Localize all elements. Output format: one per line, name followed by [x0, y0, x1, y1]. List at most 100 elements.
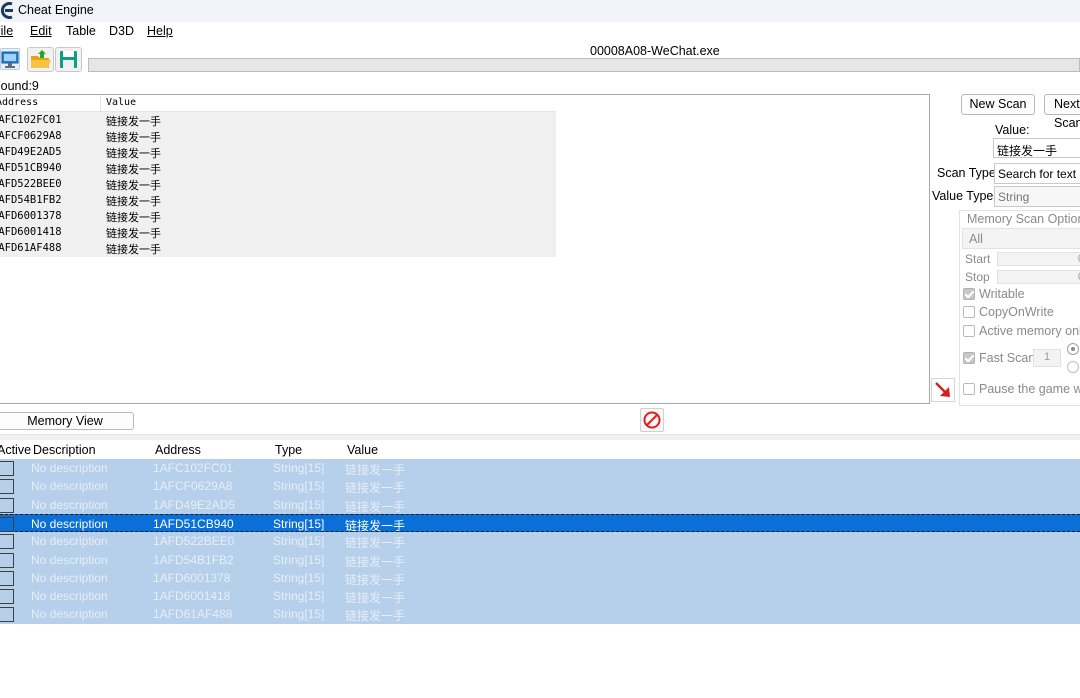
col-description[interactable]: Description [33, 443, 96, 457]
results-row[interactable]: 1AFD6001418 链接发一手 [0, 224, 556, 240]
stop-address-input[interactable]: 0 [997, 270, 1080, 284]
value-input[interactable]: 链接发一手 [993, 138, 1080, 158]
table-row[interactable]: No description 1AFCF0629A8 String[15] 链接发一手 [0, 477, 1080, 495]
scan-type-select[interactable]: Search for text [994, 163, 1080, 184]
found-count: Found:9 [0, 79, 39, 93]
cell-description: No description [31, 516, 108, 531]
cell-value: 链接发一手 [345, 554, 406, 569]
active-checkbox[interactable] [0, 607, 14, 623]
menu-file-label: File [0, 24, 14, 38]
value-label: Value: [995, 123, 1030, 137]
cell-type: String[15] [273, 497, 325, 512]
menu-help-label: Help [147, 24, 173, 38]
table-row[interactable]: No description 1AFD6001378 String[15] 链接发一手 [0, 569, 1080, 587]
panel-splitter[interactable] [0, 434, 1080, 440]
menu-table[interactable]: Table [66, 24, 96, 38]
table-row[interactable]: No description 1AFC102FC01 String[15] 链接发一手 [0, 459, 1080, 477]
cell-address: 1AFD61AF488 [153, 607, 233, 622]
cell-value: 链接发一手 [345, 572, 406, 587]
pause-game-checkbox[interactable] [963, 383, 975, 395]
results-header-divider[interactable] [100, 95, 101, 112]
open-process-button[interactable] [0, 48, 20, 70]
active-checkbox[interactable] [0, 461, 14, 476]
result-address: 1AFD522BEE0 [0, 178, 62, 190]
cheat-engine-logo-icon [0, 2, 13, 19]
value-type-select[interactable]: String [994, 186, 1080, 207]
menu-file[interactable]: File [0, 24, 13, 38]
col-value[interactable]: Value [347, 443, 378, 457]
table-row[interactable]: No description 1AFD49E2AD5 String[15] 链接发一手 [0, 496, 1080, 514]
table-row[interactable]: No description 1AFD522BEE0 String[15] 链接发一手 [0, 532, 1080, 550]
start-address-input[interactable]: 0 [997, 252, 1080, 266]
results-header-address[interactable]: Address [0, 97, 38, 108]
results-row[interactable]: 1AFCF0629A8 链接发一手 [0, 128, 556, 144]
last-digits-radio[interactable] [1067, 361, 1079, 373]
table-row[interactable]: No description 1AFD54B1FB2 String[15] 链接发一手 [0, 551, 1080, 569]
result-address: 1AFD49E2AD5 [0, 146, 62, 158]
memory-view-button[interactable]: Memory View [0, 412, 134, 430]
result-address: 1AFC102FC01 [0, 114, 62, 126]
cell-address: 1AFD522BEE0 [153, 534, 235, 549]
cell-value: 链接发一手 [345, 591, 406, 606]
col-active[interactable]: Active [0, 443, 31, 457]
result-value: 链接发一手 [106, 163, 161, 176]
active-checkbox[interactable] [0, 479, 14, 495]
stop-label: Stop [965, 270, 990, 284]
result-value: 链接发一手 [106, 131, 161, 144]
menu-edit-label: Edit [30, 24, 52, 38]
save-button[interactable] [55, 47, 82, 72]
results-row[interactable]: 1AFD54B1FB2 链接发一手 [0, 192, 556, 208]
active-checkbox[interactable] [0, 534, 14, 550]
new-scan-button[interactable]: New Scan [961, 94, 1035, 115]
result-value: 链接发一手 [106, 115, 161, 128]
next-scan-button[interactable]: Next Scan [1044, 94, 1080, 130]
scan-type-label: Scan Type [937, 166, 996, 180]
results-row[interactable]: 1AFD6001378 链接发一手 [0, 208, 556, 224]
active-checkbox[interactable] [0, 552, 14, 568]
cell-value: 链接发一手 [345, 463, 406, 477]
memory-scan-options-title: Memory Scan Options [967, 212, 1080, 226]
alignment-radio[interactable] [1067, 343, 1079, 355]
results-header-value[interactable]: Value [106, 97, 136, 108]
result-value: 链接发一手 [106, 179, 161, 192]
fast-scan-alignment-input[interactable]: 1 [1033, 349, 1061, 367]
memory-region-select[interactable]: All [962, 228, 1080, 249]
scan-progress-bar [88, 58, 1080, 72]
results-rows: 1AFC102FC01链接发一手1AFCF0629A8链接发一手1AFD49E2… [0, 112, 556, 257]
window-title: Cheat Engine [18, 3, 94, 17]
menu-help[interactable]: Help [147, 24, 173, 38]
stop-button[interactable] [640, 408, 664, 432]
active-checkbox[interactable] [0, 516, 14, 532]
pause-game-label: Pause the game while scanning [979, 382, 1080, 396]
col-address[interactable]: Address [155, 443, 201, 457]
results-row[interactable]: 1AFD49E2AD5 链接发一手 [0, 144, 556, 160]
active-memory-checkbox[interactable] [963, 325, 975, 337]
results-row[interactable]: 1AFD51CB940 链接发一手 [0, 160, 556, 176]
table-row[interactable]: No description 1AFD51CB940 String[15] 链接发一手 [0, 513, 1080, 533]
cell-address: 1AFD6001378 [153, 570, 231, 585]
fast-scan-checkbox[interactable] [963, 352, 975, 364]
folder-open-icon [31, 50, 51, 68]
results-row[interactable]: 1AFC102FC01 链接发一手 [0, 112, 556, 128]
cell-description: No description [31, 497, 108, 512]
cell-address: 1AFD6001418 [153, 589, 231, 604]
table-row[interactable]: No description 1AFD6001418 String[15] 链接发一手 [0, 587, 1080, 605]
cell-type: String[15] [273, 479, 325, 494]
results-row[interactable]: 1AFD522BEE0 链接发一手 [0, 176, 556, 192]
menu-edit[interactable]: Edit [30, 24, 52, 38]
active-checkbox[interactable] [0, 570, 14, 586]
open-file-button[interactable] [27, 47, 54, 72]
writable-checkbox[interactable] [963, 288, 975, 300]
table-row[interactable]: No description 1AFD61AF488 String[15] 链接发一手 [0, 605, 1080, 623]
copy-on-write-checkbox[interactable] [963, 306, 975, 318]
menu-bar: File Edit Table D3D Help [0, 24, 200, 42]
cell-address: 1AFD49E2AD5 [153, 497, 236, 512]
menu-d3d[interactable]: D3D [109, 24, 134, 38]
add-address-button[interactable] [931, 378, 955, 402]
address-table[interactable]: No description 1AFC102FC01 String[15] 链接发一手… [0, 459, 1080, 624]
cell-type: String[15] [273, 552, 325, 567]
col-type[interactable]: Type [275, 443, 302, 457]
active-checkbox[interactable] [0, 497, 14, 513]
results-row[interactable]: 1AFD61AF488 链接发一手 [0, 240, 556, 256]
active-checkbox[interactable] [0, 589, 14, 605]
